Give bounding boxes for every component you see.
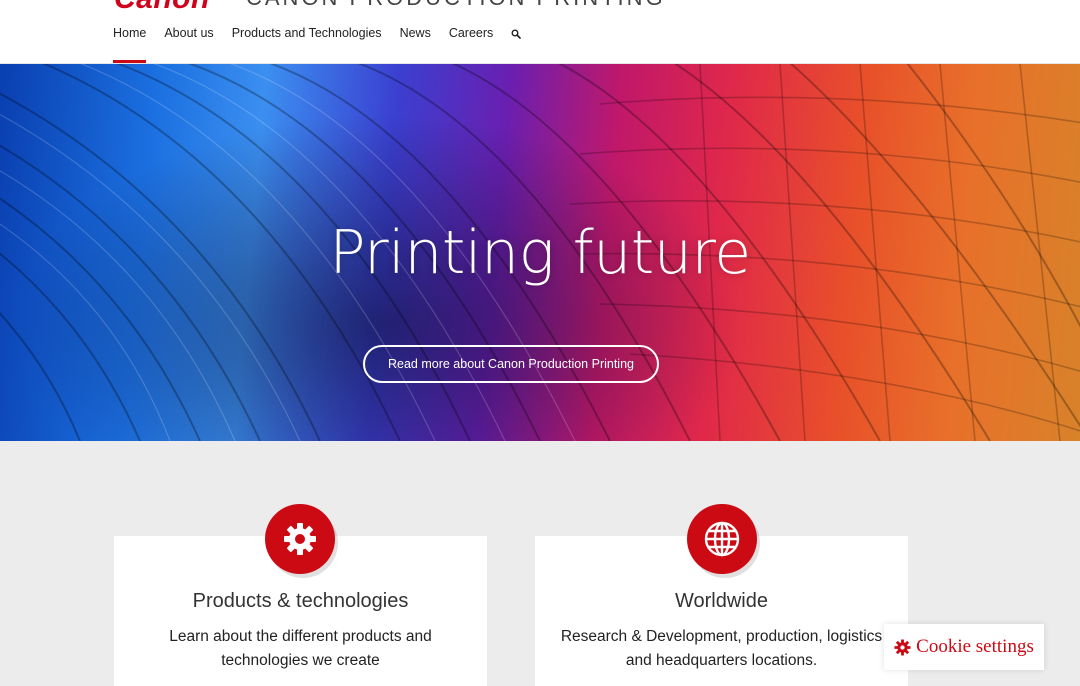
nav-item-news[interactable]: News xyxy=(400,26,431,40)
nav-item-products-and-technologies[interactable]: Products and Technologies xyxy=(232,26,382,40)
main-nav: Home About us Products and Technologies … xyxy=(113,26,539,63)
gear-icon xyxy=(894,638,911,656)
hero-title: Printing future xyxy=(329,218,751,288)
nav-item-home[interactable]: Home xyxy=(113,26,147,63)
nav-item-careers[interactable]: Careers xyxy=(449,26,493,40)
card-title: Worldwide xyxy=(675,590,768,612)
canon-logo[interactable]: Canon xyxy=(114,0,210,14)
card-description: Research & Development, production, logi… xyxy=(560,628,883,669)
card-description: Learn about the different products and t… xyxy=(169,628,432,669)
cookie-settings-button[interactable]: Cookie settings xyxy=(884,624,1044,670)
globe-icon xyxy=(687,504,757,574)
read-more-button[interactable]: Read more about Canon Production Printin… xyxy=(363,345,659,383)
card-title: Products & technologies xyxy=(192,590,409,612)
gear-icon xyxy=(265,504,335,574)
search-icon xyxy=(511,29,522,39)
search-button[interactable] xyxy=(511,26,522,40)
nav-item-about-us[interactable]: About us xyxy=(164,26,213,40)
brand-tagline: CANON PRODUCTION PRINTING xyxy=(246,0,666,9)
hero-banner: Printing future Read more about Canon Pr… xyxy=(0,64,1080,441)
site-header: Canon CANON PRODUCTION PRINTING Home Abo… xyxy=(0,0,1080,64)
cookie-settings-label: Cookie settings xyxy=(916,636,1034,657)
